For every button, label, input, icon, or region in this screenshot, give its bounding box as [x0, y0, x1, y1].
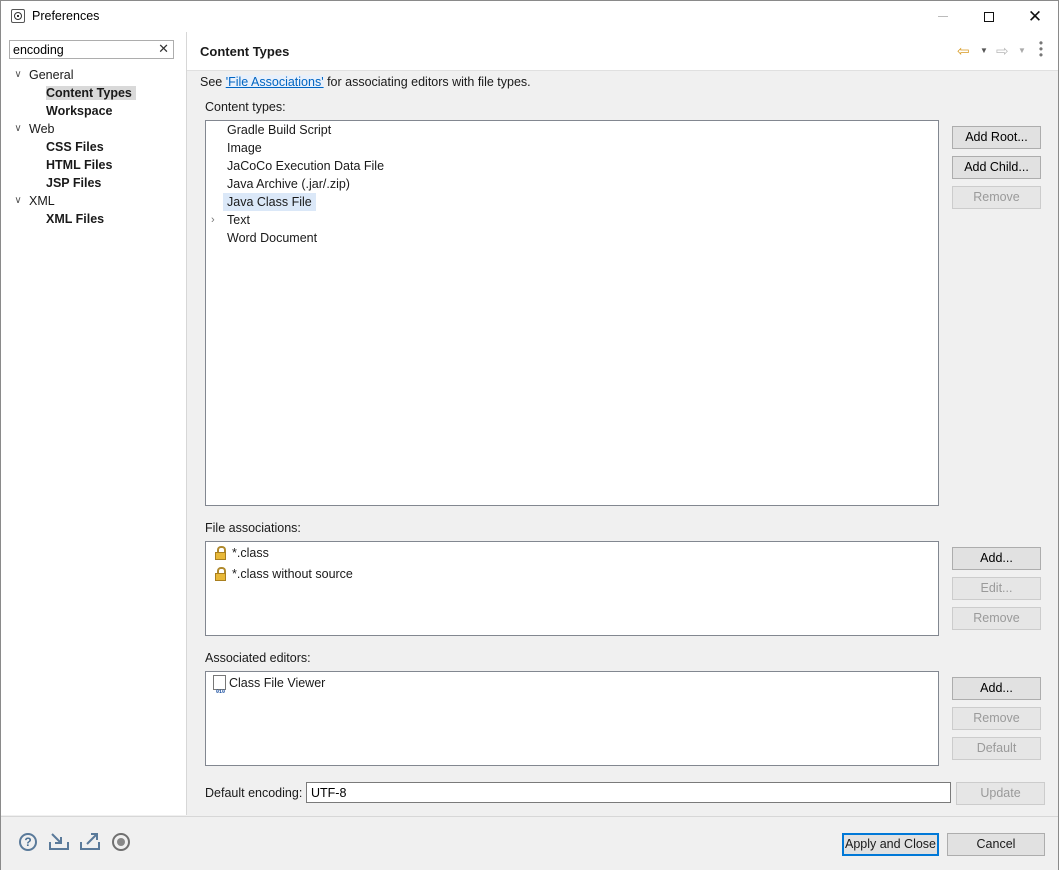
add-child-button[interactable]: Add Child...	[952, 156, 1041, 179]
description-text: See	[200, 75, 226, 89]
tree-item-xml-files[interactable]: XML Files	[46, 210, 104, 228]
back-arrow-icon[interactable]: ⇦	[957, 42, 970, 60]
content-type-item[interactable]: Word Document	[223, 229, 321, 247]
preferences-window: Preferences ✕ ✕ ∨ General Content Types …	[0, 0, 1059, 870]
tree-item-label: XML Files	[46, 212, 105, 226]
forward-arrow-icon[interactable]: ⇨	[996, 42, 1009, 60]
content-type-item[interactable]: JaCoCo Execution Data File	[223, 157, 388, 175]
record-button[interactable]	[110, 831, 132, 853]
title-bar: Preferences ✕	[1, 1, 1058, 32]
app-icon	[11, 9, 25, 23]
tree-item-label: HTML Files	[46, 158, 113, 172]
add-file-association-button[interactable]: Add...	[952, 547, 1041, 570]
file-association-item[interactable]: *.class without source	[214, 564, 353, 584]
description-text: for associating editors with file types.	[323, 75, 531, 89]
tree-item-label: General	[29, 68, 74, 82]
remove-content-type-button[interactable]: Remove	[952, 186, 1041, 209]
page-description: See 'File Associations' for associating …	[200, 75, 531, 89]
tree-item-css-files[interactable]: CSS Files	[46, 138, 104, 156]
chevron-right-icon[interactable]: ›	[211, 211, 215, 229]
record-icon	[112, 833, 130, 851]
help-icon: ?	[19, 833, 37, 851]
content-type-item[interactable]: Java Archive (.jar/.zip)	[223, 175, 354, 193]
view-menu-icon[interactable]: • • •	[1038, 37, 1044, 61]
tree-item-html-files[interactable]: HTML Files	[46, 156, 112, 174]
close-button[interactable]: ✕	[1012, 1, 1058, 32]
update-button[interactable]: Update	[956, 782, 1045, 805]
file-association-label: *.class	[232, 546, 269, 560]
minimize-button[interactable]	[920, 1, 966, 32]
default-encoding-field[interactable]	[306, 782, 951, 803]
page-title: Content Types	[200, 44, 290, 59]
import-button[interactable]	[48, 831, 70, 853]
tree-item-label: Workspace	[46, 104, 113, 118]
help-button[interactable]: ?	[17, 831, 39, 853]
dialog-button-bar: ? Apply and Close Cancel	[1, 816, 1058, 870]
forward-dropdown-icon[interactable]: ▼	[1018, 46, 1026, 55]
editor-item[interactable]: Class File Viewer	[213, 673, 326, 702]
minimize-icon	[938, 16, 948, 17]
clear-filter-icon[interactable]: ✕	[158, 41, 169, 57]
file-association-label: *.class without source	[232, 567, 353, 581]
export-button[interactable]	[79, 831, 101, 853]
tree-item-jsp-files[interactable]: JSP Files	[46, 174, 101, 192]
class-file-icon	[213, 675, 226, 702]
lock-icon	[214, 546, 227, 560]
chevron-down-icon[interactable]: ∨	[13, 66, 23, 84]
back-dropdown-icon[interactable]: ▼	[980, 46, 988, 55]
default-encoding-label: Default encoding:	[205, 786, 303, 800]
add-root-button[interactable]: Add Root...	[952, 126, 1041, 149]
preference-tree-pane: ✕ ∨ General Content Types Workspace ∨ We…	[1, 32, 187, 815]
filter-field[interactable]: ✕	[9, 40, 174, 59]
content-type-item[interactable]: Gradle Build Script	[223, 121, 335, 139]
default-editor-button[interactable]: Default	[952, 737, 1041, 760]
associated-editors-label: Associated editors:	[205, 651, 311, 665]
tree-item-label: CSS Files	[46, 140, 104, 154]
import-icon	[49, 833, 69, 850]
content-types-tree[interactable]: Gradle Build Script Image JaCoCo Executi…	[205, 120, 939, 506]
chevron-down-icon[interactable]: ∨	[13, 192, 23, 210]
file-association-item[interactable]: *.class	[214, 543, 269, 563]
tree-item-label: XML	[29, 194, 55, 208]
close-icon: ✕	[1027, 7, 1043, 26]
add-editor-button[interactable]: Add...	[952, 677, 1041, 700]
export-icon	[80, 833, 100, 850]
tree-item-label: JSP Files	[46, 176, 102, 190]
edit-file-association-button[interactable]: Edit...	[952, 577, 1041, 600]
maximize-icon	[984, 11, 994, 22]
maximize-button[interactable]	[966, 1, 1012, 32]
file-associations-link[interactable]: 'File Associations'	[225, 75, 324, 89]
associated-editors-list[interactable]: Class File Viewer	[205, 671, 939, 766]
content-type-item[interactable]: Image	[223, 139, 266, 157]
file-associations-list[interactable]: *.class *.class without source	[205, 541, 939, 636]
filter-input[interactable]	[13, 42, 153, 57]
tree-item-content-types[interactable]: Content Types	[46, 84, 136, 102]
remove-editor-button[interactable]: Remove	[952, 707, 1041, 730]
content-type-item-selected[interactable]: Java Class File	[223, 193, 316, 211]
default-encoding-input[interactable]	[311, 785, 931, 800]
content-type-item[interactable]: Text	[223, 211, 254, 229]
page-header: Content Types ⇦ ▼ ⇨ ▼ • • •	[187, 32, 1058, 71]
lock-icon	[214, 567, 227, 581]
editor-label: Class File Viewer	[229, 676, 326, 690]
content-types-label: Content types:	[205, 100, 286, 114]
tree-item-workspace[interactable]: Workspace	[46, 102, 112, 120]
window-title: Preferences	[32, 9, 100, 23]
tree-item-label: Content Types	[46, 86, 136, 100]
content-types-page: Content Types ⇦ ▼ ⇨ ▼ • • • See 'File Asso…	[187, 32, 1058, 815]
chevron-down-icon[interactable]: ∨	[13, 120, 23, 138]
tree-item-label: Web	[29, 122, 55, 136]
cancel-button[interactable]: Cancel	[947, 833, 1045, 856]
apply-and-close-button[interactable]: Apply and Close	[842, 833, 939, 856]
file-associations-label: File associations:	[205, 521, 301, 535]
remove-file-association-button[interactable]: Remove	[952, 607, 1041, 630]
